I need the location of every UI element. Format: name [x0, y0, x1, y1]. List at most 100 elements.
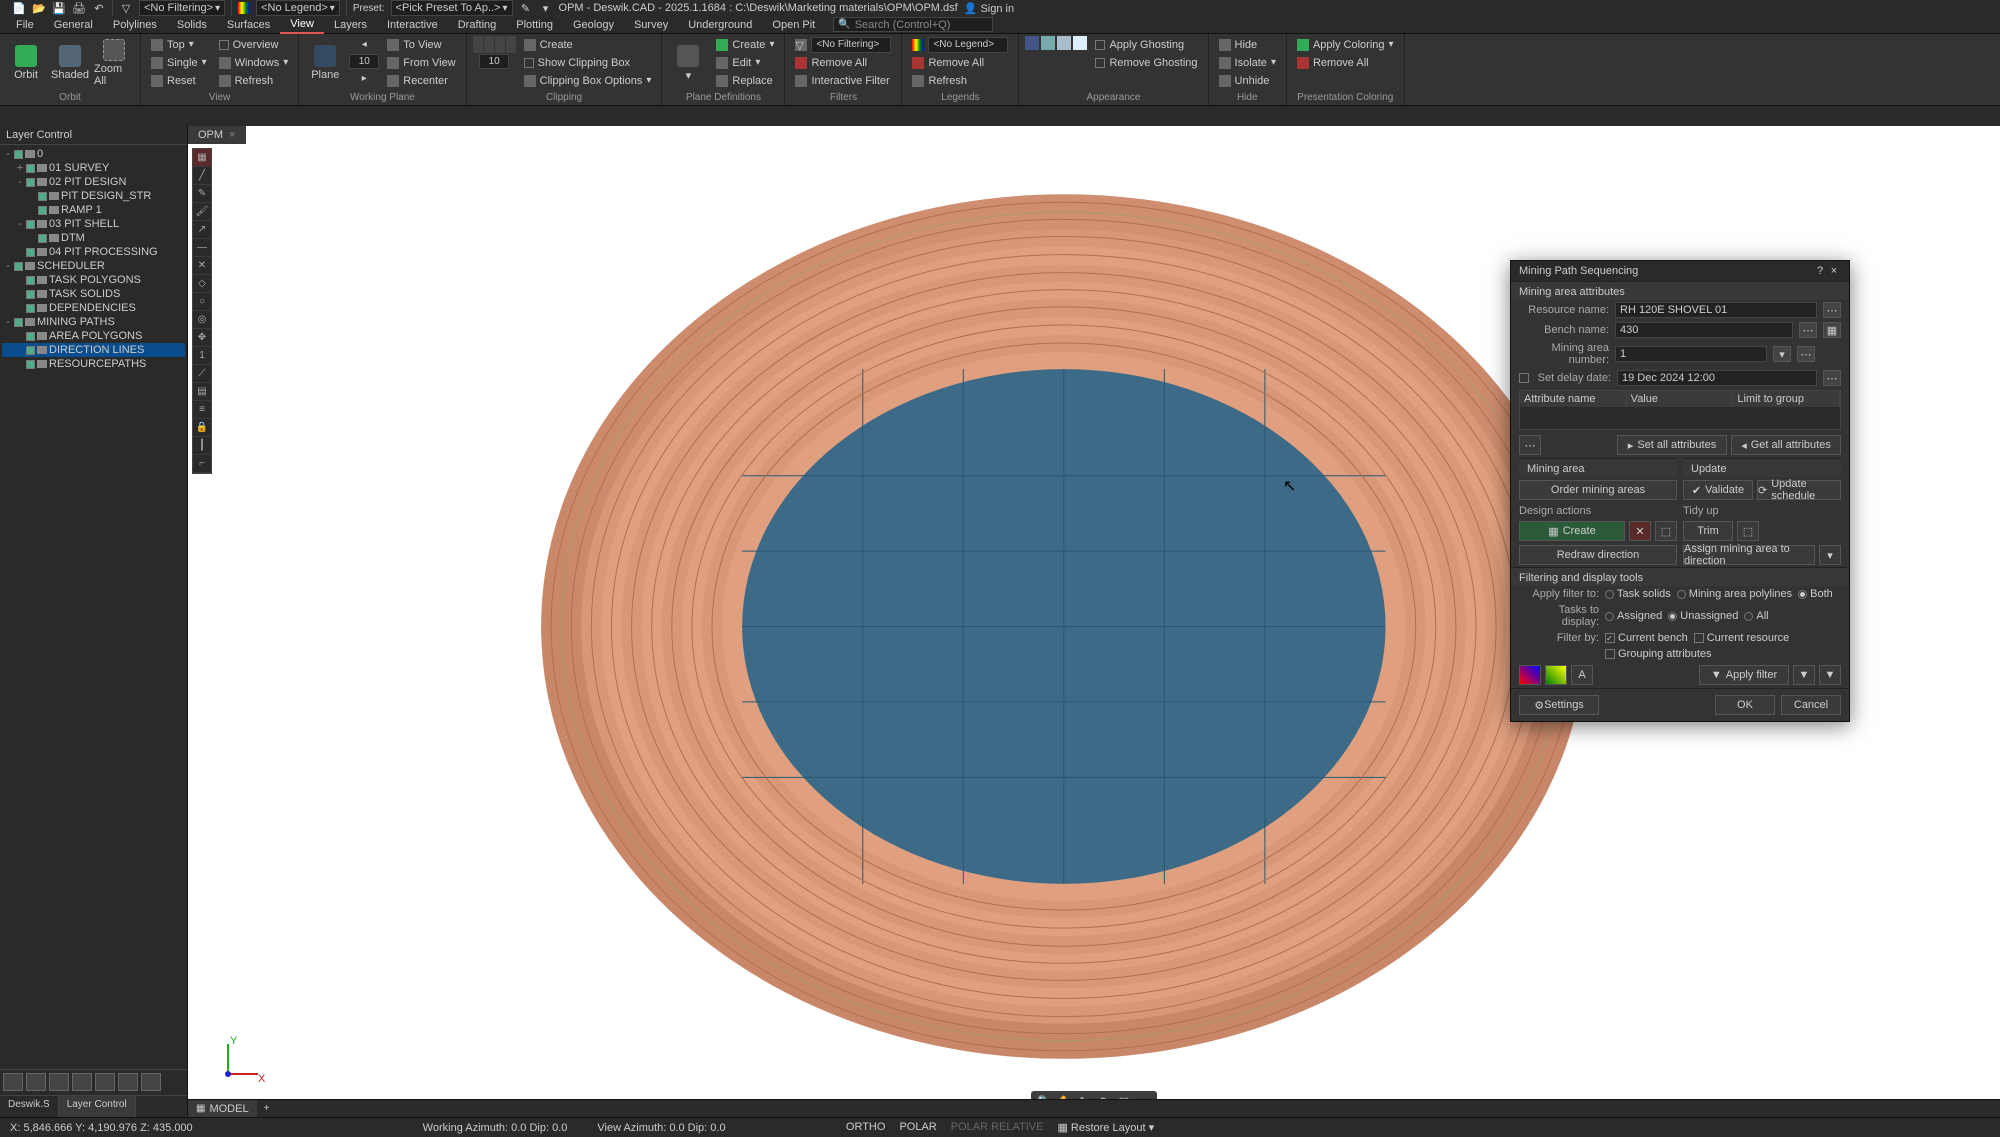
menu-view[interactable]: View [280, 16, 324, 34]
legends-remove-button[interactable]: Remove All [908, 54, 1012, 71]
thumb-6[interactable] [118, 1073, 138, 1091]
redraw-button[interactable]: Redraw direction [1519, 545, 1677, 565]
qat-legend-dropdown[interactable]: <No Legend> ▾ [256, 0, 340, 16]
menu-survey[interactable]: Survey [624, 17, 678, 33]
filter-opt2-icon[interactable]: ▼ [1819, 665, 1841, 685]
clip-mode-2[interactable] [484, 36, 494, 53]
layer-03-pit-shell[interactable]: -03 PIT SHELL [2, 217, 185, 231]
filter-color2-icon[interactable] [1545, 665, 1567, 685]
radio-assigned[interactable]: Assigned [1605, 610, 1662, 622]
vtool-end-icon[interactable]: ⌐ [193, 455, 211, 473]
clip-mode-1[interactable] [473, 36, 483, 53]
appear-sw1[interactable] [1025, 36, 1039, 50]
signin-link[interactable]: Sign in [980, 3, 1014, 15]
layer-scheduler[interactable]: -SCHEDULER [2, 259, 185, 273]
vtool-diamond-icon[interactable]: ◇ [193, 275, 211, 293]
delay-check[interactable] [1519, 373, 1529, 383]
side-tab-deswik[interactable]: Deswik.S [0, 1096, 59, 1117]
clip-step-input[interactable] [479, 54, 509, 69]
chk-group[interactable]: Grouping attributes [1605, 648, 1712, 660]
status-prel[interactable]: POLAR RELATIVE [951, 1121, 1044, 1134]
applyfilter-button[interactable]: ▼ Apply filter [1699, 665, 1789, 685]
assign-dd-icon[interactable]: ▾ [1819, 545, 1841, 565]
bench-pick2-icon[interactable]: ▦ [1823, 322, 1841, 338]
pcolor-apply-button[interactable]: Apply Coloring ▾ [1293, 36, 1398, 53]
radio-all[interactable]: All [1744, 610, 1768, 622]
qat-undo-icon[interactable]: ↶ [92, 1, 106, 15]
ok-button[interactable]: OK [1715, 695, 1775, 715]
qat-new-icon[interactable]: 📄 [12, 1, 26, 15]
shaded-button[interactable]: Shaded [50, 36, 90, 90]
qat-wand-icon[interactable]: ✎ [519, 1, 533, 15]
view-single-button[interactable]: Single ▾ [147, 54, 211, 71]
status-restore[interactable]: ▦ Restore Layout ▾ [1057, 1121, 1154, 1134]
delay-input[interactable] [1617, 370, 1817, 386]
menu-solids[interactable]: Solids [167, 17, 217, 33]
vtool-x-icon[interactable]: ✕ [193, 257, 211, 275]
filters-dd[interactable]: ▽<No Filtering> [791, 36, 895, 53]
vtool-circle-icon[interactable]: ○ [193, 293, 211, 311]
qat-filter-icon[interactable]: ▽ [119, 1, 133, 15]
areanum-spin-icon[interactable]: ▾ [1773, 346, 1791, 362]
menu-polylines[interactable]: Polylines [103, 17, 167, 33]
view-refresh-button[interactable]: Refresh [215, 72, 293, 89]
menu-general[interactable]: General [44, 17, 103, 33]
cancel-button[interactable]: Cancel [1781, 695, 1841, 715]
getall-button[interactable]: ◂ Get all attributes [1731, 435, 1841, 455]
layer-direction-lines[interactable]: DIRECTION LINES [2, 343, 185, 357]
layer-task-solids[interactable]: TASK SOLIDS [2, 287, 185, 301]
view-reset-button[interactable]: Reset [147, 72, 211, 89]
radio-both[interactable]: Both [1798, 588, 1833, 600]
pdef-big-button[interactable]: ▾ [668, 36, 708, 90]
layer-tree[interactable]: -0+01 SURVEY-02 PIT DESIGN PIT DESIGN_ST… [0, 145, 187, 1069]
wplane-step-input[interactable] [349, 54, 379, 69]
layer-task-polygons[interactable]: TASK POLYGONS [2, 273, 185, 287]
legends-dd[interactable]: <No Legend> [908, 36, 1012, 53]
chk-res[interactable]: Current resource [1694, 632, 1790, 644]
rghost-button[interactable]: Remove Ghosting [1091, 54, 1201, 71]
thumb-7[interactable] [141, 1073, 161, 1091]
attr-pick-icon[interactable]: ⋯ [1519, 435, 1541, 455]
vtool-angle-icon[interactable]: ⟋ [193, 365, 211, 383]
side-tab-layer[interactable]: Layer Control [59, 1096, 136, 1117]
filter-color1-icon[interactable] [1519, 665, 1541, 685]
filters-remove-button[interactable]: Remove All [791, 54, 895, 71]
view-overview-button[interactable]: Overview [215, 36, 293, 53]
pdef-edit-button[interactable]: Edit ▾ [712, 54, 778, 71]
menu-plotting[interactable]: Plotting [506, 17, 563, 33]
clip-mode-3[interactable] [495, 36, 505, 53]
ghost-button[interactable]: Apply Ghosting [1091, 36, 1201, 53]
recenter-button[interactable]: Recenter [383, 72, 459, 89]
bench-pick-icon[interactable]: ⋯ [1799, 322, 1817, 338]
qat-filter-dropdown[interactable]: <No Filtering> ▾ [139, 0, 225, 16]
qat-dd-icon[interactable]: ▾ [539, 1, 553, 15]
view-top-button[interactable]: Top ▾ [147, 36, 211, 53]
menu-layers[interactable]: Layers [324, 17, 377, 33]
trim-opt-icon[interactable]: ⬚ [1737, 521, 1759, 541]
vtool-move-icon[interactable]: ✥ [193, 329, 211, 347]
unhide-button[interactable]: Unhide [1215, 72, 1280, 89]
layer-area-polygons[interactable]: AREA POLYGONS [2, 329, 185, 343]
thumb-4[interactable] [72, 1073, 92, 1091]
layer-04-pit-processing[interactable]: 04 PIT PROCESSING [2, 245, 185, 259]
plane-button[interactable]: Plane [305, 36, 345, 90]
areanum-input[interactable] [1615, 346, 1767, 362]
qat-open-icon[interactable]: 📂 [32, 1, 46, 15]
orbit-button[interactable]: Orbit [6, 36, 46, 90]
isolate-button[interactable]: Isolate ▾ [1215, 54, 1280, 71]
wplane-prev-button[interactable]: ◂ [358, 36, 371, 53]
setall-button[interactable]: ▸ Set all attributes [1617, 435, 1727, 455]
create-button[interactable]: ▦ Create [1519, 521, 1625, 541]
trim-button[interactable]: Trim [1683, 521, 1733, 541]
doc-tab-opm[interactable]: OPM× [188, 126, 246, 144]
qat-legend-icon[interactable] [238, 2, 250, 14]
filter-opt1-icon[interactable]: ▼ [1793, 665, 1815, 685]
status-ortho[interactable]: ORTHO [846, 1121, 886, 1134]
areanum-pick-icon[interactable]: ⋯ [1797, 346, 1815, 362]
layer-02-pit-design[interactable]: -02 PIT DESIGN [2, 175, 185, 189]
settings-button[interactable]: ⚙ Settings [1519, 695, 1599, 715]
search-input[interactable]: 🔍 Search (Control+Q) [833, 17, 993, 32]
pdef-replace-button[interactable]: Replace [712, 72, 778, 89]
resource-pick-icon[interactable]: ⋯ [1823, 302, 1841, 318]
layer-ramp-1[interactable]: RAMP 1 [2, 203, 185, 217]
